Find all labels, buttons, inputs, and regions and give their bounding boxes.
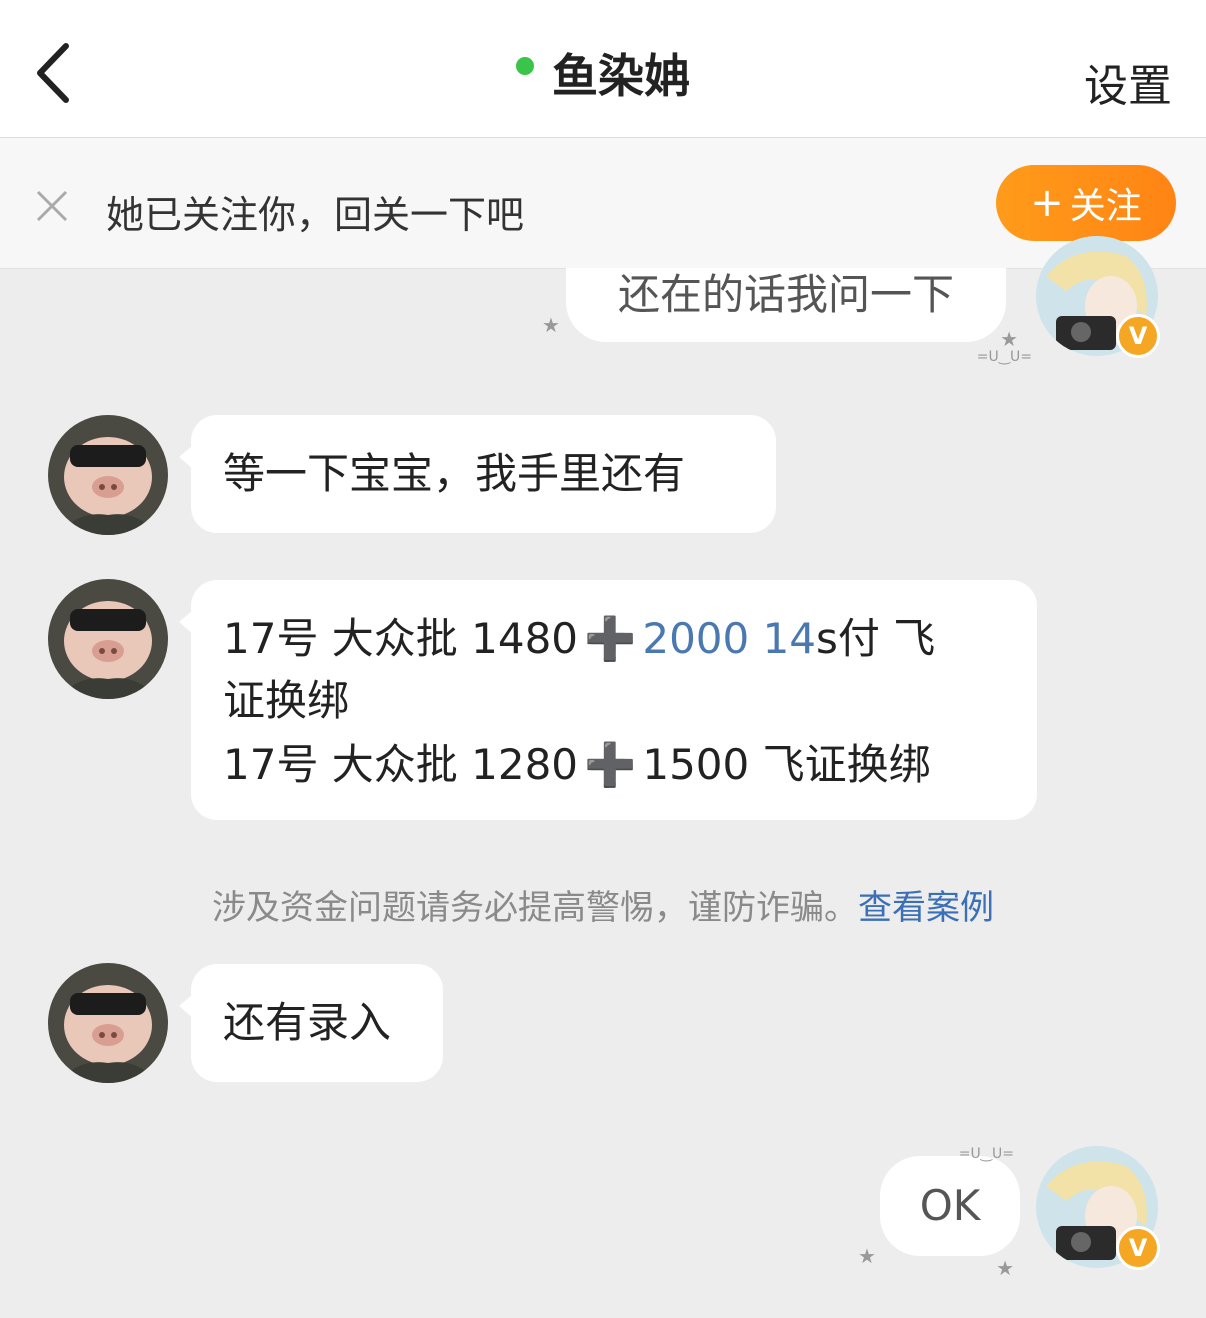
plus-emoji-icon: ➕ [584, 614, 637, 663]
message-bubble-contact[interactable]: 还有录入 [179, 964, 443, 1082]
contact-avatar[interactable] [48, 579, 168, 699]
star-decoration-icon: ★ [542, 313, 560, 337]
verified-badge-icon: V [1116, 1226, 1160, 1270]
fraud-warning: 涉及资金问题请务必提高警惕，谨防诈骗。查看案例 [0, 880, 1206, 929]
follow-button-label: 关注 [1069, 186, 1142, 227]
message-text: 17号 大众批 1480 [223, 614, 579, 663]
message-text: 17号 大众批 1280 [223, 740, 579, 789]
close-icon [36, 190, 68, 222]
contact-avatar[interactable] [48, 963, 168, 1083]
follow-button[interactable]: + 关注 [996, 165, 1176, 241]
message-line: 证换绑 [223, 670, 349, 732]
message-text: 证换绑 [223, 676, 350, 725]
chat-header: 鱼染姌 设置 [0, 0, 1206, 138]
pig-avatar-icon [48, 415, 168, 535]
phone-number-link[interactable]: 2000 14 [642, 614, 816, 663]
chat-title: 鱼染姌 [552, 49, 690, 103]
message-text: OK [919, 1181, 981, 1230]
chat-title-wrap: 鱼染姌 [0, 40, 1206, 106]
message-bubble-self[interactable]: OK ★ ★ =U‿U= [858, 1146, 1020, 1280]
view-cases-link[interactable]: 查看案例 [858, 888, 994, 928]
message-text: 1500 飞证换绑 [642, 740, 931, 789]
follow-back-text: 她已关注你，回关一下吧 [106, 193, 525, 237]
star-decoration-icon: ★ [858, 1244, 876, 1268]
fraud-warning-text: 涉及资金问题请务必提高警惕，谨防诈骗。 [212, 888, 858, 928]
face-decoration-icon: =U‿U= [976, 349, 1032, 365]
plus-emoji-icon: ➕ [584, 740, 637, 789]
follow-back-banner: 她已关注你，回关一下吧 + 关注 [0, 138, 1206, 269]
star-decoration-icon: ★ [996, 1256, 1014, 1280]
contact-avatar[interactable] [48, 415, 168, 535]
message-bubble-contact[interactable]: 等一下宝宝，我手里还有 [179, 415, 776, 533]
plus-icon: + [1030, 180, 1064, 226]
message-line: 17号 大众批 1480 ➕ 2000 14s付 飞 [223, 608, 935, 670]
message-line: 17号 大众批 1280 ➕ 1500 飞证换绑 [223, 734, 931, 796]
pig-avatar-icon [48, 963, 168, 1083]
pig-avatar-icon [48, 579, 168, 699]
verified-badge-icon: V [1116, 314, 1160, 358]
close-banner-button[interactable] [34, 188, 70, 224]
face-decoration-icon: =U‿U= [958, 1146, 1014, 1162]
message-bubble-self[interactable]: 还在的话我问一下 ★ ★ =U‿U= [542, 268, 1032, 365]
message-text: 还有录入 [223, 998, 392, 1047]
message-text: 等一下宝宝，我手里还有 [223, 449, 686, 498]
online-status-dot [516, 57, 534, 75]
message-text: 还在的话我问一下 [617, 270, 954, 319]
settings-button[interactable]: 设置 [1084, 50, 1172, 114]
message-text: s付 飞 [816, 614, 936, 663]
message-bubble-contact[interactable]: 17号 大众批 1480 ➕ 2000 14s付 飞 证换绑 17号 大众批 128… [179, 580, 1037, 820]
